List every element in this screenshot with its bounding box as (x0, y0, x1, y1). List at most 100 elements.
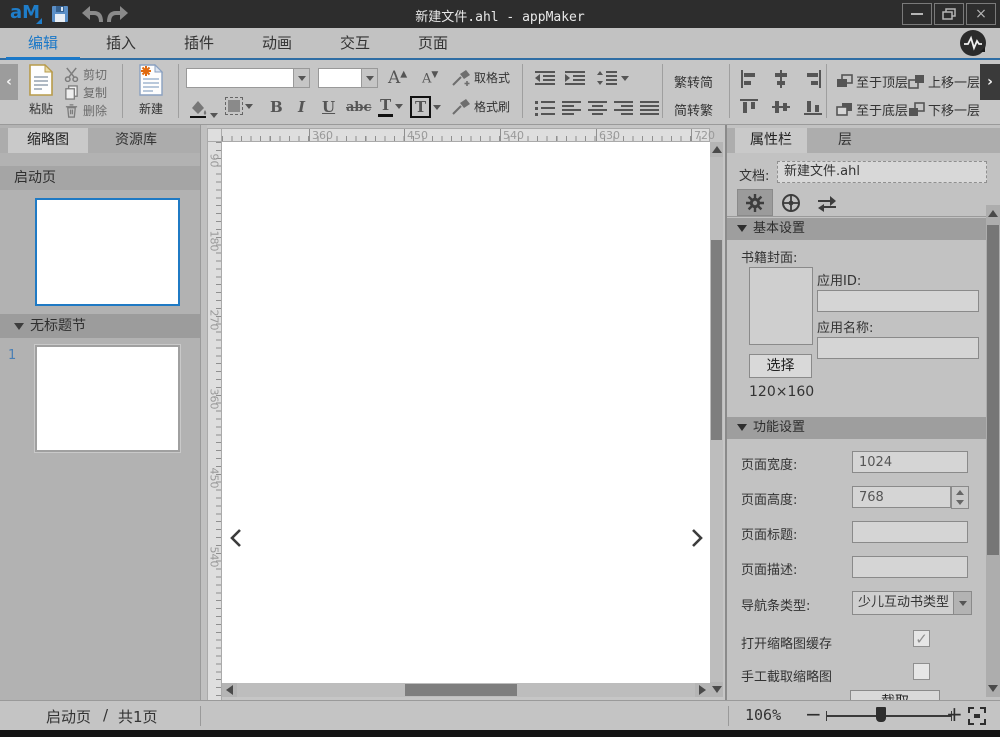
underline-button[interactable]: U (322, 98, 335, 116)
bring-to-front-button[interactable]: 至于顶层 (836, 72, 908, 91)
align-objects-left-button[interactable] (740, 70, 758, 92)
previous-page-arrow[interactable] (229, 528, 245, 550)
close-button[interactable]: × (966, 3, 996, 25)
canvas-vertical-scrollbar[interactable] (710, 142, 723, 697)
vertical-scroll-thumb[interactable] (711, 240, 722, 440)
tab-edit[interactable]: 编辑 (4, 28, 82, 60)
tab-insert[interactable]: 插入 (82, 28, 160, 58)
page-description-input[interactable] (852, 556, 968, 578)
text-frame-button[interactable]: T (410, 96, 442, 118)
page-title-input[interactable] (852, 521, 968, 543)
delete-button[interactable]: 删除 (64, 102, 107, 119)
panel-scroll-thumb[interactable] (987, 225, 999, 555)
manual-thumbnail-checkbox[interactable] (913, 663, 930, 680)
left-panel-scrollbar[interactable] (200, 125, 207, 700)
scroll-down-button[interactable] (986, 680, 1000, 696)
tab-properties[interactable]: 属性栏 (735, 128, 807, 153)
bold-button[interactable]: B (270, 98, 283, 116)
launch-page-thumbnail[interactable] (35, 198, 180, 306)
function-settings-header[interactable]: 功能设置 (727, 417, 988, 439)
align-objects-right-button[interactable] (804, 70, 822, 92)
restore-button[interactable] (934, 3, 964, 25)
tab-animation[interactable]: 动画 (238, 28, 316, 58)
pick-format-button[interactable]: 取格式 (452, 69, 510, 86)
section-header[interactable]: 无标题节 (0, 314, 200, 338)
zoom-in-button[interactable]: + (946, 702, 963, 726)
italic-button[interactable]: I (298, 98, 305, 116)
toolbar-scroll-right-button[interactable]: › (980, 64, 1000, 100)
toolbar-scroll-left-button[interactable]: ‹ (0, 64, 18, 100)
panel-scrollbar[interactable] (986, 205, 1000, 697)
swap-arrows-button[interactable] (809, 189, 845, 216)
tab-page[interactable]: 页面 (394, 28, 472, 58)
cut-button[interactable]: 剪切 (64, 66, 107, 83)
app-id-input[interactable] (817, 290, 979, 312)
page-1-thumbnail[interactable] (35, 345, 180, 452)
line-spacing-button[interactable] (596, 70, 629, 86)
scroll-up-button[interactable] (710, 142, 723, 157)
choose-cover-button[interactable]: 选择 (749, 354, 812, 378)
align-right-button[interactable] (614, 100, 634, 120)
border-color-button[interactable] (225, 97, 253, 115)
align-objects-hcenter-button[interactable] (772, 70, 790, 92)
simplified-to-traditional-button[interactable]: 简转繁 (674, 100, 713, 119)
justify-button[interactable] (640, 100, 660, 120)
page-width-input[interactable] (852, 451, 968, 473)
canvas-page[interactable] (222, 142, 710, 683)
page-height-stepper[interactable] (951, 486, 969, 509)
indent-decrease-button[interactable] (534, 70, 556, 90)
send-to-back-button[interactable]: 至于底层 (836, 100, 908, 119)
font-family-select[interactable] (186, 68, 310, 88)
align-objects-bottom-button[interactable] (804, 98, 822, 120)
tab-plugin[interactable]: 插件 (160, 28, 238, 58)
chevron-down-icon[interactable] (953, 592, 971, 614)
font-size-select[interactable] (318, 68, 378, 88)
chevron-down-icon[interactable] (293, 69, 309, 87)
move-up-layer-button[interactable]: 上移一层 (908, 72, 980, 91)
zoom-slider[interactable] (826, 707, 952, 722)
wheel-settings-button[interactable] (773, 189, 809, 216)
paste-button[interactable]: 粘贴 (22, 63, 60, 120)
zoom-slider-thumb[interactable] (876, 707, 886, 722)
align-center-button[interactable] (588, 100, 608, 120)
scroll-left-button[interactable] (222, 683, 237, 697)
capture-button[interactable]: 截取 (850, 690, 940, 700)
book-cover-preview[interactable] (749, 267, 813, 345)
scroll-down-button[interactable] (710, 682, 723, 697)
tab-layers[interactable]: 层 (815, 128, 875, 153)
align-objects-top-button[interactable] (740, 98, 758, 120)
copy-button[interactable]: 复制 (64, 84, 107, 101)
fill-color-button[interactable] (188, 98, 218, 118)
text-color-button[interactable]: T (378, 96, 404, 117)
align-objects-vcenter-button[interactable] (772, 98, 790, 120)
align-left-button[interactable] (562, 100, 582, 120)
brand-logo-icon[interactable] (960, 30, 986, 56)
traditional-to-simplified-button[interactable]: 繁转简 (674, 72, 713, 91)
thumbnail-cache-checkbox[interactable]: ✓ (913, 630, 930, 648)
app-name-input[interactable] (817, 337, 979, 359)
decrease-font-button[interactable]: A▼ (422, 70, 438, 86)
format-painter-button[interactable]: 格式刷 (452, 98, 510, 115)
launch-page-header[interactable]: 启动页 (0, 166, 200, 190)
document-name-field[interactable]: 新建文件.ahl (777, 161, 987, 183)
zoom-out-button[interactable]: − (805, 702, 822, 726)
move-down-layer-button[interactable]: 下移一层 (908, 100, 980, 119)
fit-to-screen-button[interactable] (968, 707, 986, 729)
scroll-right-button[interactable] (695, 683, 710, 697)
horizontal-scroll-thumb[interactable] (405, 684, 517, 696)
minimize-button[interactable] (902, 3, 932, 25)
page-height-input[interactable] (852, 486, 951, 508)
tab-interaction[interactable]: 交互 (316, 28, 394, 58)
chevron-down-icon[interactable] (361, 69, 377, 87)
nav-bar-type-select[interactable]: 少儿互动书类型 (852, 591, 972, 615)
strikethrough-button[interactable]: abc (346, 100, 371, 115)
settings-gear-button[interactable] (737, 189, 773, 216)
indent-increase-button[interactable] (564, 70, 586, 90)
tab-resources[interactable]: 资源库 (96, 128, 176, 153)
basic-settings-header[interactable]: 基本设置 (727, 218, 988, 240)
new-button[interactable]: 新建 (132, 63, 170, 120)
next-page-arrow[interactable] (690, 528, 706, 550)
canvas-horizontal-scrollbar[interactable] (222, 683, 710, 697)
increase-font-button[interactable]: A▲ (388, 68, 407, 88)
tab-thumbnails[interactable]: 缩略图 (8, 128, 88, 153)
